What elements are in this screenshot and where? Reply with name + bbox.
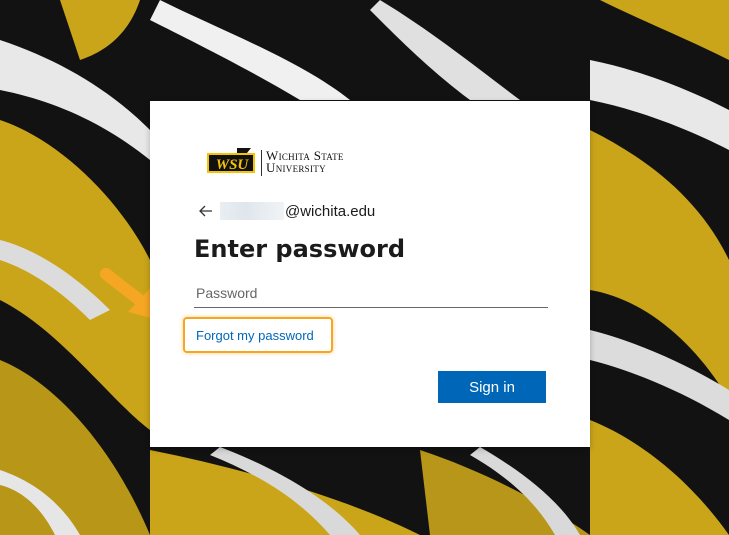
page-title: Enter password (194, 235, 406, 263)
logo-line-2: University (266, 160, 326, 175)
sign-in-card: WSU Wichita State University @wichita.ed… (150, 101, 590, 447)
arrow-left-icon[interactable] (198, 203, 214, 219)
forgot-password-link[interactable]: Forgot my password (196, 328, 314, 343)
logo-divider (261, 150, 262, 176)
logo-wordmark: Wichita State University (266, 149, 344, 175)
wsu-logo-icon: WSU (207, 148, 255, 173)
email-domain: @wichita.edu (285, 202, 376, 220)
sign-in-button[interactable]: Sign in (438, 371, 546, 403)
svg-text:WSU: WSU (216, 157, 250, 173)
password-input[interactable] (194, 279, 548, 308)
identity-banner: @wichita.edu (198, 201, 375, 221)
brand-logo: WSU Wichita State University (207, 146, 367, 180)
redacted-username (220, 202, 284, 220)
